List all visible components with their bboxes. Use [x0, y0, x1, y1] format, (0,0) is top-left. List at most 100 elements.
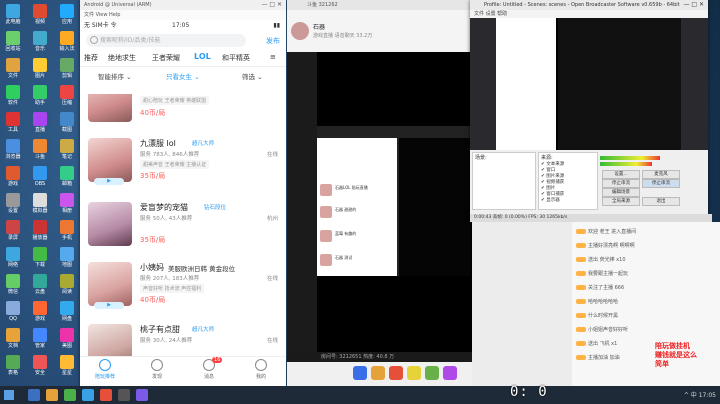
browser-tab[interactable]: 斗鱼 321262 [287, 0, 472, 10]
desktop-icon[interactable]: 游戏 [27, 301, 53, 328]
desktop-icon[interactable]: QQ [0, 301, 26, 328]
desktop-icon[interactable]: 相册 [54, 193, 80, 220]
obs-menu[interactable]: 文件 设置 帮助 [470, 10, 708, 18]
search-input[interactable]: 搜索昵称/ID/品类/技能 [86, 34, 246, 47]
gift-icon[interactable] [353, 366, 367, 380]
taskbar-app-icon[interactable] [100, 389, 112, 401]
taskbar-app-icon[interactable] [82, 389, 94, 401]
desktop-icon[interactable]: 笔记 [54, 139, 80, 166]
list-item: 石器 甜甜的 [320, 206, 394, 220]
desktop-icon[interactable]: 设置 [0, 193, 26, 220]
source-item[interactable]: ✔ 显示器 [539, 198, 597, 204]
edit-scene-button[interactable]: 编辑场景 [602, 188, 640, 197]
desktop-icon[interactable]: 阅读 [54, 274, 80, 301]
gift-icon[interactable] [407, 366, 421, 380]
desktop-icon[interactable]: 压缩 [54, 85, 80, 112]
system-tray[interactable]: ^ 中 17:05 [684, 390, 716, 399]
category-tab[interactable]: 和平精英 [222, 53, 250, 63]
tab-discover[interactable]: 发现 [142, 359, 172, 380]
desktop-icon[interactable]: 图片 [27, 58, 53, 85]
desktop-icon[interactable]: 剪辑 [54, 58, 80, 85]
desktop-icon[interactable]: 微信 [0, 274, 26, 301]
sources-panel[interactable]: 来源: ✔ 文本来源 ✔ 窗口 ✔ 图片来源 ✔ 视频捕获 ✔ 图片 ✔ 窗口捕… [538, 152, 598, 210]
desktop-icon[interactable]: 手机 [54, 220, 80, 247]
desktop-icon[interactable]: 浏览器 [0, 139, 26, 166]
desktop-icon[interactable]: 模拟器 [27, 193, 53, 220]
card-chips: 甜美声音 王者荣耀 主播认证 [140, 160, 210, 169]
desktop-icon[interactable]: 直播 [27, 112, 53, 139]
list-item[interactable]: 桃子有点甜 超凡大师 服务 30人, 24人推荐 在线 [80, 320, 286, 356]
gift-icon[interactable] [443, 366, 457, 380]
category-tab-active[interactable]: LOL [194, 52, 211, 61]
desktop-icon[interactable]: 应用 [54, 4, 80, 31]
emulator-menu[interactable]: 文件 View Help [80, 10, 286, 20]
desktop-icon[interactable]: 地图 [54, 247, 80, 274]
desktop-icon[interactable]: 云盘 [27, 274, 53, 301]
scenes-panel[interactable]: 场景: [472, 152, 536, 210]
list-item[interactable]: 甜心陪玩 王者荣耀 英雄联盟 40币/局 [80, 94, 286, 126]
gender-filter[interactable]: 只看女生 ⌄ [166, 71, 200, 81]
desktop-icon[interactable]: 游戏 [0, 166, 26, 193]
category-tab[interactable]: 推荐 [84, 53, 98, 63]
stop-stream-button[interactable]: 停止串流 [642, 179, 680, 188]
category-tab[interactable]: 王者荣耀 [152, 53, 180, 63]
start-icon[interactable] [4, 390, 14, 400]
taskbar-app-icon[interactable] [28, 389, 40, 401]
list-item[interactable]: ▶ 小姨妈 美服欧洲日韩 黄金段位 服务 207人, 183人推荐 在线 声音好… [80, 258, 286, 318]
mic-button[interactable]: 麦克风 [642, 170, 680, 179]
settings-button[interactable]: 设置... [602, 170, 640, 179]
desktop-icon[interactable]: 录屏 [0, 220, 26, 247]
preview-stream [558, 18, 681, 150]
emulator-titlebar[interactable]: Android @ Universal (ARM) — □ ✕ [80, 0, 286, 10]
list-item[interactable]: ▶ 九漂服 lol 超凡大师 服务 783人, 846人推荐 在线 甜美声音 王… [80, 134, 286, 194]
desktop-icon[interactable]: 输入法 [54, 31, 80, 58]
desktop-icon[interactable]: 软件 [0, 85, 26, 112]
window-controls-icon[interactable]: — □ ✕ [261, 0, 282, 10]
desktop-icon[interactable]: 美图 [54, 328, 80, 355]
desktop-icon[interactable]: OBS [27, 166, 53, 193]
stop-stream-button[interactable]: 停止串流 [602, 179, 640, 188]
desktop-icon[interactable]: 回收站 [0, 31, 26, 58]
desktop-icon[interactable]: 安全 [27, 355, 53, 382]
gift-icon[interactable] [425, 366, 439, 380]
chat-message: 主播加油 加油 [576, 354, 620, 361]
desktop-icon[interactable]: 网络 [0, 247, 26, 274]
desktop-icon[interactable]: 文件 [0, 58, 26, 85]
desktop-icon[interactable]: 网盘 [54, 301, 80, 328]
window-controls-icon[interactable]: — □ ✕ [683, 0, 704, 10]
desktop-icon[interactable]: 助手 [27, 85, 53, 112]
obs-preview [496, 18, 681, 150]
desktop-icon[interactable]: 音乐 [27, 31, 53, 58]
desktop-icon[interactable]: 下载 [27, 247, 53, 274]
gift-icon[interactable] [389, 366, 403, 380]
sort-dropdown[interactable]: 智能排序 ⌄ [98, 71, 132, 81]
tab-profile[interactable]: 我的 [246, 359, 276, 380]
tab-home[interactable]: 陪玩推荐 [90, 359, 120, 380]
global-sources-button[interactable]: 全局来源 [602, 197, 640, 206]
desktop-icon[interactable]: 截图 [54, 112, 80, 139]
obs-titlebar[interactable]: Profile: Untitled - Scenes: scenes - Ope… [470, 0, 708, 10]
desktop-icon[interactable]: 邮箱 [54, 166, 80, 193]
desktop-icon[interactable]: 播放器 [27, 220, 53, 247]
desktop-icon[interactable]: 斗鱼 [27, 139, 53, 166]
menu-icon[interactable]: ≡ [270, 53, 276, 61]
streamer-avatar[interactable] [291, 22, 309, 40]
tab-messages[interactable]: 16 消息 [194, 357, 224, 380]
gift-icon[interactable] [371, 366, 385, 380]
desktop-icon[interactable]: 此电脑 [0, 4, 26, 31]
taskbar-app-icon[interactable] [136, 389, 148, 401]
category-tab[interactable]: 绝地求生 [108, 53, 136, 63]
publish-button[interactable]: 发布 [266, 36, 280, 46]
desktop-icon[interactable]: 视频 [27, 4, 53, 31]
list-item[interactable]: 爱盲梦的宠猫 钻石段位 服务 50人, 43人推荐 杭州 35币/局 [80, 198, 286, 258]
desktop-icon[interactable]: 工具 [0, 112, 26, 139]
desktop-icon[interactable]: 表格 [0, 355, 26, 382]
desktop-icon[interactable]: 文档 [0, 328, 26, 355]
desktop-icon[interactable]: 管家 [27, 328, 53, 355]
screen-filter[interactable]: 筛选 ⌄ [242, 71, 263, 81]
taskbar-app-icon[interactable] [64, 389, 76, 401]
exit-button[interactable]: 退出 [642, 197, 680, 206]
taskbar-app-icon[interactable] [118, 389, 130, 401]
desktop-icon[interactable]: 星星 [54, 355, 80, 382]
taskbar-app-icon[interactable] [46, 389, 58, 401]
